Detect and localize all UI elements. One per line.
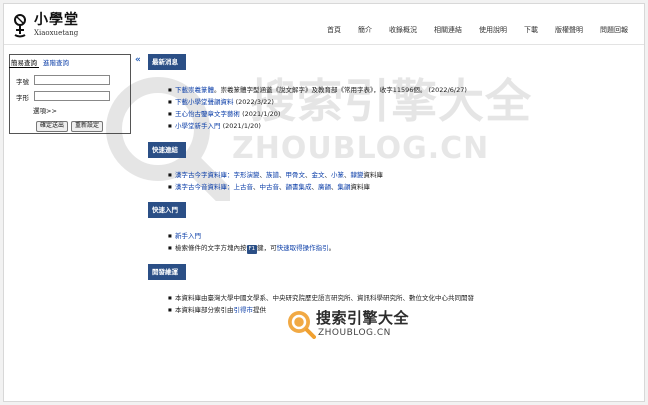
- list-item: 王心怡古鑒章文字藝術 (2021/1/20): [168, 108, 467, 120]
- news-text: (2021/1/20): [240, 110, 281, 118]
- quick-links-heading: 快速連結: [148, 142, 186, 158]
- nav-links[interactable]: 相關連結: [434, 25, 462, 35]
- logo-subtitle: Xiaoxuetang: [34, 29, 79, 37]
- shape-field[interactable]: [34, 91, 110, 101]
- beginner-link[interactable]: 新手入門: [175, 232, 201, 240]
- news-link-phonology-download[interactable]: 下載小學堂聲韻資料: [175, 98, 234, 106]
- development-text: 提供: [253, 306, 266, 314]
- nav-coverage[interactable]: 收錄概況: [389, 25, 417, 35]
- nav-copyright[interactable]: 版權聲明: [555, 25, 583, 35]
- suffix-text: 資料庫: [363, 171, 384, 179]
- getting-started-list: 新手入門 檢索條件的文字方塊內按F1鍵，可快速取得操作指引。: [168, 230, 335, 254]
- logo-title: 小學堂: [34, 12, 79, 28]
- top-navigation: 首頁 簡介 收錄概況 相關連結 使用說明 下載 版權聲明 問題回報: [310, 25, 628, 35]
- news-list: 下載崇羲篆體。崇羲篆體字型涵蓋《說文解字》及教育部《常用字表》，收字11596個…: [168, 84, 467, 132]
- nav-help[interactable]: 使用說明: [479, 25, 507, 35]
- index-provider-link[interactable]: 引得市: [234, 306, 254, 314]
- header-divider: [4, 44, 644, 45]
- small-seal-link[interactable]: 小篆: [331, 171, 344, 179]
- list-item: 小學堂新手入門 (2021/1/20): [168, 120, 467, 132]
- char-field[interactable]: [34, 75, 110, 85]
- getting-started-heading: 快速入門: [148, 202, 186, 218]
- nav-download[interactable]: 下載: [524, 25, 538, 35]
- suffix-text: 資料庫: [350, 183, 371, 191]
- development-text: 本資料庫部分索引由: [175, 306, 234, 314]
- list-item: 下載崇羲篆體。崇羲篆體字型涵蓋《說文解字》及教育部《常用字表》，收字11596個…: [168, 84, 467, 96]
- family-tree-link[interactable]: 族譜: [266, 171, 279, 179]
- watermark-small-url: ZHOUBLOG.CN: [318, 328, 391, 338]
- tip-text: 檢索條件的文字方塊內按: [175, 244, 247, 252]
- rhyme-books-link[interactable]: 韻書集成: [286, 183, 312, 191]
- list-item: 新手入門: [168, 230, 335, 242]
- site-logo[interactable]: 小學堂 Xiaoxuetang: [10, 12, 79, 38]
- tab-advanced-search[interactable]: 進階查詢: [41, 57, 71, 68]
- development-text: 本資料庫由臺灣大學中國文學系、中央研究院歷史語言研究所、資訊科學研究所、數位文化…: [175, 294, 474, 302]
- news-text: (2022/3/22): [233, 98, 274, 106]
- quick-guide-link[interactable]: 快速取得操作指引: [277, 244, 329, 252]
- bronze-script-link[interactable]: 金文: [312, 171, 325, 179]
- news-text: 。崇羲篆體字型涵蓋《說文解字》及教育部《常用字表》，收字11596個。 (202…: [214, 86, 467, 94]
- list-item: 下載小學堂聲韻資料 (2022/3/22): [168, 96, 467, 108]
- page-frame: 小學堂 Xiaoxuetang 首頁 簡介 收錄概況 相關連結 使用說明 下載 …: [3, 3, 645, 402]
- quick-links-list: 漢字古今字資料庫：字形演變、族譜、甲骨文、金文、小篆、隸變資料庫 漢字古今音資料…: [168, 169, 383, 193]
- nav-feedback[interactable]: 問題回報: [600, 25, 628, 35]
- watermark-large-url: ZHOUBLOG.CN: [232, 131, 490, 166]
- f1-key-badge: F1: [246, 245, 258, 254]
- list-item: 本資料庫由臺灣大學中國文學系、中央研究院歷史語言研究所、資訊科學研究所、數位文化…: [168, 292, 474, 304]
- tip-text: 鍵，可: [257, 244, 277, 252]
- guangyun-link[interactable]: 廣韻: [318, 183, 331, 191]
- old-chinese-link[interactable]: 上古音: [234, 183, 254, 191]
- list-item: 檢索條件的文字方塊內按F1鍵，可快速取得操作指引。: [168, 242, 335, 254]
- development-list: 本資料庫由臺灣大學中國文學系、中央研究院歷史語言研究所、資訊科學研究所、數位文化…: [168, 292, 474, 316]
- options-toggle[interactable]: 選項>>: [33, 105, 57, 115]
- development-heading: 開發維運: [148, 264, 186, 280]
- search-tabs: 簡易查詢 進階查詢: [9, 57, 71, 68]
- glyph-evolution-link[interactable]: 字形演變: [234, 171, 260, 179]
- tab-simple-search[interactable]: 簡易查詢: [9, 57, 39, 68]
- jiyun-link[interactable]: 集韻: [338, 183, 351, 191]
- list-item: 漢字古今字資料庫：字形演變、族譜、甲骨文、金文、小篆、隸變資料庫: [168, 169, 383, 181]
- news-link-beginner-guide[interactable]: 小學堂新手入門: [175, 122, 221, 130]
- news-heading: 最新消息: [148, 54, 186, 70]
- list-item: 漢字古今音資料庫：上古音、中古音、韻書集成、廣韻、集韻資料庫: [168, 181, 383, 193]
- submit-button[interactable]: 確定送出: [36, 121, 69, 132]
- tip-text: 。: [328, 244, 336, 252]
- collapse-panel-icon[interactable]: «: [135, 55, 141, 65]
- oracle-bone-link[interactable]: 甲骨文: [286, 171, 306, 179]
- nav-intro[interactable]: 簡介: [358, 25, 372, 35]
- nav-home[interactable]: 首頁: [327, 25, 341, 35]
- sound-db-link[interactable]: 漢字古今音資料庫：: [175, 183, 234, 191]
- news-text: (2021/1/20): [220, 122, 261, 130]
- glyph-db-link[interactable]: 漢字古今字資料庫：: [175, 171, 234, 179]
- seal-logo-icon: [14, 14, 26, 38]
- clerical-change-link[interactable]: 隸變: [351, 171, 364, 179]
- shape-field-label: 字形: [16, 94, 29, 102]
- news-link-seal-art[interactable]: 王心怡古鑒章文字藝術: [175, 110, 240, 118]
- middle-chinese-link[interactable]: 中古音: [260, 183, 280, 191]
- reset-button[interactable]: 重新設定: [71, 121, 104, 132]
- char-field-label: 字號: [16, 78, 29, 86]
- news-link-font-download[interactable]: 下載崇羲篆體: [175, 86, 214, 94]
- list-item: 本資料庫部分索引由引得市提供: [168, 304, 474, 316]
